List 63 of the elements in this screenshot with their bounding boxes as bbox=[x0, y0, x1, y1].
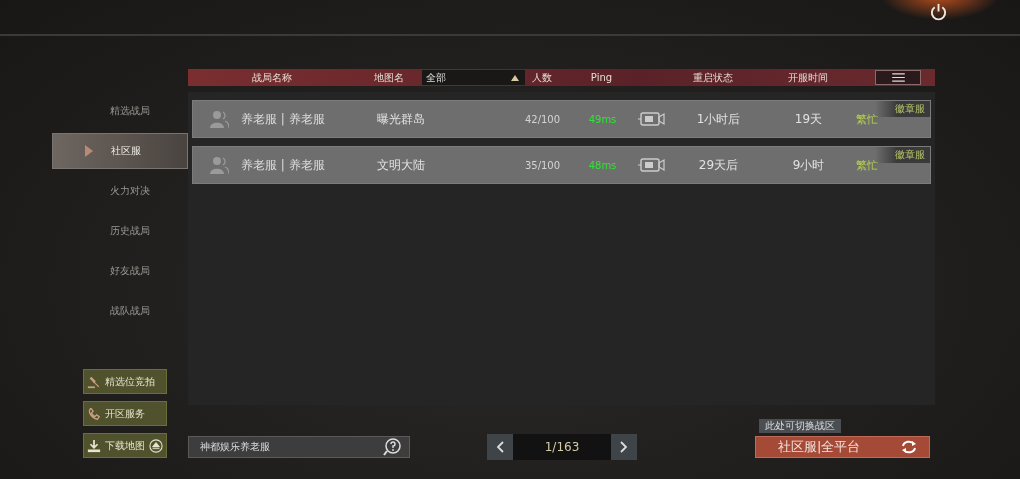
search-field[interactable]: 神都娱乐养老服 bbox=[188, 436, 410, 458]
menu-icon bbox=[891, 73, 905, 82]
column-header: 地图名 bbox=[372, 70, 405, 85]
column-header: 开服时间 bbox=[786, 70, 829, 85]
ping-value: 48ms bbox=[587, 159, 618, 171]
sidebar-item[interactable]: 历史战局 bbox=[52, 213, 188, 249]
sidebar-label: 历史战局 bbox=[110, 224, 150, 238]
power-icon[interactable] bbox=[929, 2, 948, 21]
map-name: 曝光群岛 bbox=[376, 110, 426, 128]
sidebar-item[interactable]: 战队战局 bbox=[52, 293, 188, 329]
server-name: 养老服 | 养老服 bbox=[241, 110, 326, 128]
server-status: 繁忙 bbox=[856, 157, 878, 173]
ping-value: 49ms bbox=[587, 113, 618, 125]
column-header: 人数 bbox=[530, 70, 553, 85]
server-name: 养老服 | 养老服 bbox=[241, 156, 326, 174]
sidebar-item[interactable]: 社区服 bbox=[52, 133, 188, 169]
sidebar-item[interactable]: 精选战局 bbox=[52, 93, 188, 129]
page-indicator: 1/163 bbox=[543, 440, 581, 454]
sidebar-label: 社区服 bbox=[111, 144, 141, 158]
download-icon bbox=[87, 438, 101, 453]
users-icon bbox=[209, 156, 229, 174]
caret-icon bbox=[511, 74, 519, 81]
side-button[interactable]: 开区服务 bbox=[83, 401, 167, 426]
map-name: 文明大陆 bbox=[376, 156, 426, 174]
sidebar-label: 好友战局 bbox=[110, 264, 150, 278]
player-count: 42/100 bbox=[523, 113, 562, 125]
map-dropdown[interactable]: 全部 bbox=[422, 70, 525, 85]
server-row[interactable]: 养老服 | 养老服 曝光群岛 42/100 49ms 1小时后 19天 繁忙 徽章服 bbox=[192, 100, 931, 138]
sidebar-label: 战队战局 bbox=[110, 304, 150, 318]
uptime: 9小时 bbox=[791, 156, 826, 174]
column-header: Ping bbox=[589, 72, 614, 83]
gavel-icon bbox=[87, 374, 101, 389]
video-icon bbox=[637, 111, 665, 127]
side-button[interactable]: 下载地图 bbox=[83, 433, 167, 458]
video-icon bbox=[637, 157, 665, 173]
next-page-button[interactable] bbox=[611, 434, 637, 460]
restart-time: 29天后 bbox=[697, 156, 740, 174]
tooltip: 此处可切换战区 bbox=[759, 419, 841, 433]
previous-page-button[interactable] bbox=[487, 434, 513, 460]
refresh-icon bbox=[901, 440, 917, 454]
sidebar-label: 火力对决 bbox=[110, 184, 150, 198]
users-icon bbox=[209, 110, 229, 128]
arrow-icon bbox=[85, 145, 93, 157]
sidebar-item[interactable]: 好友战局 bbox=[52, 253, 188, 289]
server-status: 繁忙 bbox=[856, 111, 878, 127]
sidebar-item[interactable]: 火力对决 bbox=[52, 173, 188, 209]
region-switch-button[interactable]: 社区服|全平台 bbox=[755, 436, 930, 458]
phone-icon bbox=[87, 406, 101, 421]
help-icon bbox=[383, 438, 401, 456]
server-badge: 徽章服 bbox=[875, 147, 930, 163]
chevron-left-icon bbox=[496, 441, 504, 453]
column-header: 重启状态 bbox=[691, 70, 734, 85]
restart-time: 1小时后 bbox=[695, 110, 742, 128]
column-header: 战局名称 bbox=[250, 70, 293, 85]
server-row[interactable]: 养老服 | 养老服 文明大陆 35/100 48ms 29天后 9小时 繁忙 徽章服 bbox=[192, 146, 931, 184]
sidebar-label: 精选战局 bbox=[110, 104, 150, 118]
menu-button[interactable] bbox=[875, 70, 921, 85]
uptime: 19天 bbox=[793, 110, 824, 128]
eject-icon bbox=[149, 438, 163, 453]
side-button[interactable]: 精选位竞拍 bbox=[83, 369, 167, 394]
player-count: 35/100 bbox=[523, 159, 562, 171]
chevron-right-icon bbox=[620, 441, 628, 453]
server-badge: 徽章服 bbox=[875, 101, 930, 117]
